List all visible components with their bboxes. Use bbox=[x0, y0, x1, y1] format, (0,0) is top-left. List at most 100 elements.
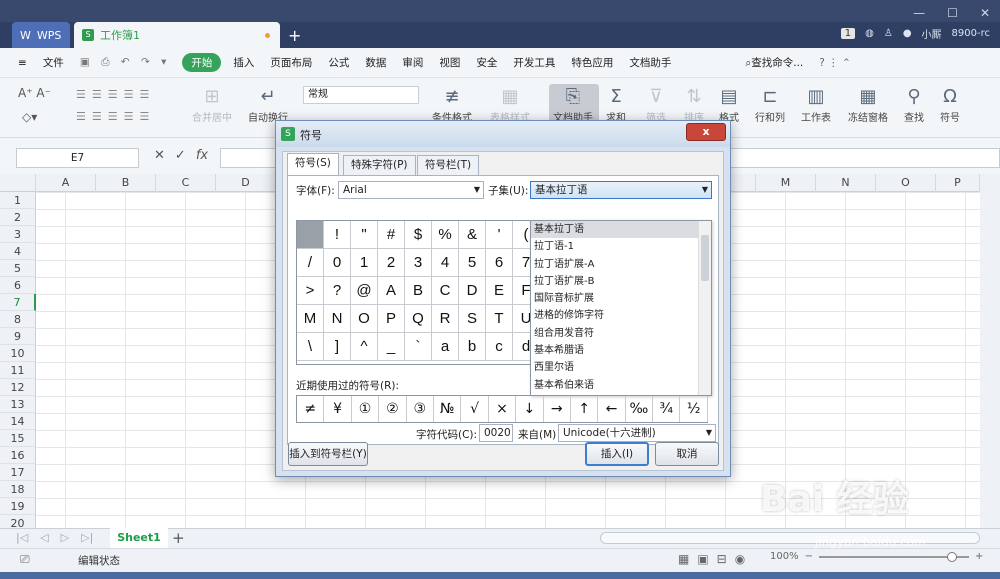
subset-option[interactable]: 拉丁语-1 bbox=[531, 238, 711, 255]
search-command[interactable]: ⌕查找命令... bbox=[737, 55, 811, 70]
col-header[interactable]: M bbox=[756, 174, 816, 192]
col-header[interactable]: D bbox=[216, 174, 276, 192]
symbol-cell[interactable]: c bbox=[486, 333, 513, 361]
recent-symbol[interactable]: → bbox=[544, 396, 571, 422]
vertical-scrollbar[interactable] bbox=[980, 174, 1000, 528]
recent-symbol[interactable]: ‰ bbox=[626, 396, 654, 422]
cancel-button[interactable]: 取消 bbox=[655, 442, 719, 466]
subset-option[interactable]: 基本希伯来语 bbox=[531, 377, 711, 394]
doc-assistant-button[interactable]: ⎘ 文档助手 bbox=[553, 85, 593, 124]
recent-symbol[interactable]: ≠ bbox=[297, 396, 325, 422]
zoom-in-icon[interactable]: + bbox=[975, 551, 983, 562]
symbol-cell[interactable]: & bbox=[459, 221, 486, 249]
row-header[interactable]: 13 bbox=[0, 396, 36, 413]
recent-symbol[interactable]: ← bbox=[598, 396, 626, 422]
skin-icon[interactable]: ◍ bbox=[865, 28, 874, 39]
row-header[interactable]: 5 bbox=[0, 260, 36, 277]
view-mode-icons[interactable]: ▦▣⊟◉ bbox=[678, 552, 753, 566]
tab-special-chars[interactable]: 特殊字符(P) bbox=[343, 155, 416, 175]
zoom-value[interactable]: 100% bbox=[770, 551, 799, 562]
row-header[interactable]: 6 bbox=[0, 277, 36, 294]
recent-symbol[interactable]: ½ bbox=[680, 396, 708, 422]
row-header[interactable]: 9 bbox=[0, 328, 36, 345]
symbol-cell[interactable]: ! bbox=[324, 221, 351, 249]
subset-dropdown-list[interactable]: 基本拉丁语 拉丁语-1 拉丁语扩展-A 拉丁语扩展-B 国际音标扩展 进格的修饰… bbox=[530, 220, 712, 396]
recent-symbol[interactable]: № bbox=[434, 396, 462, 422]
user-name[interactable]: 小厮 bbox=[922, 26, 942, 41]
list-scroll-thumb[interactable] bbox=[701, 235, 709, 281]
symbol-cell[interactable]: C bbox=[432, 277, 459, 305]
row-header[interactable]: 1 bbox=[0, 192, 36, 209]
zoom-slider-knob[interactable] bbox=[946, 551, 957, 562]
freeze-panes-button[interactable]: ▦ 冻结窗格 bbox=[848, 85, 888, 124]
filter-button[interactable]: ⊽ 筛选 bbox=[646, 85, 666, 124]
symbol-cell[interactable]: # bbox=[378, 221, 405, 249]
prev-sheet-icon[interactable]: ◁ bbox=[40, 531, 48, 544]
window-controls[interactable]: — ☐ ✕ bbox=[913, 6, 990, 20]
subset-option[interactable]: 西里尔语 bbox=[531, 359, 711, 376]
table-style-button[interactable]: ▦ 表格样式 bbox=[490, 85, 530, 124]
row-header[interactable]: 12 bbox=[0, 379, 36, 396]
last-sheet-icon[interactable]: ▷| bbox=[81, 531, 93, 544]
row-header[interactable]: 15 bbox=[0, 430, 36, 447]
recent-symbol[interactable]: × bbox=[489, 396, 517, 422]
window-count-badge[interactable]: 1 bbox=[840, 28, 856, 39]
symbol-cell[interactable]: E bbox=[486, 277, 513, 305]
recent-symbol[interactable]: ↓ bbox=[516, 396, 544, 422]
col-header[interactable]: N bbox=[816, 174, 876, 192]
symbol-cell[interactable]: ] bbox=[324, 333, 351, 361]
char-code-input[interactable]: 0020 bbox=[479, 424, 513, 442]
subset-option[interactable]: 基本希腊语 bbox=[531, 342, 711, 359]
insert-button[interactable]: 插入(I) bbox=[585, 442, 649, 466]
symbol-cell[interactable]: > bbox=[297, 277, 324, 305]
confirm-formula-icon[interactable]: ✓ bbox=[175, 148, 186, 163]
menu-data[interactable]: 数据 bbox=[357, 55, 394, 70]
symbol-cell[interactable]: R bbox=[432, 305, 459, 333]
row-header[interactable]: 19 bbox=[0, 498, 36, 515]
col-header[interactable]: O bbox=[876, 174, 936, 192]
tab-wps[interactable]: W WPS bbox=[12, 22, 70, 48]
zoom-control[interactable]: 100% − + bbox=[770, 551, 983, 562]
row-header-active[interactable]: 7 bbox=[0, 294, 36, 311]
symbol-cell[interactable]: P bbox=[378, 305, 405, 333]
symbol-cell[interactable]: S bbox=[459, 305, 486, 333]
quick-access-icons[interactable]: ▣ ⎙ ↶ ↷ ▾ bbox=[72, 56, 179, 69]
symbol-cell[interactable]: _ bbox=[378, 333, 405, 361]
menu-formula[interactable]: 公式 bbox=[320, 55, 357, 70]
symbol-cell[interactable]: A bbox=[378, 277, 405, 305]
first-sheet-icon[interactable]: |◁ bbox=[16, 531, 28, 544]
symbol-cell[interactable]: $ bbox=[405, 221, 432, 249]
recent-symbol[interactable]: ② bbox=[379, 396, 407, 422]
help-icon[interactable]: ? ⋮ ⌃ bbox=[811, 57, 859, 69]
hamburger-icon[interactable]: ≡ bbox=[0, 57, 35, 69]
add-sheet-button[interactable]: + bbox=[172, 528, 185, 548]
row-header[interactable]: 17 bbox=[0, 464, 36, 481]
row-header[interactable]: 4 bbox=[0, 243, 36, 260]
symbol-cell[interactable]: a bbox=[432, 333, 459, 361]
subset-option[interactable]: 拉丁语扩展-A bbox=[531, 256, 711, 273]
recent-symbol[interactable]: ① bbox=[352, 396, 380, 422]
symbol-cell[interactable]: 3 bbox=[405, 249, 432, 277]
sort-button[interactable]: ⇅ 排序 bbox=[684, 85, 704, 124]
format-button[interactable]: ▤ 格式 bbox=[719, 85, 739, 124]
symbol-cell[interactable]: ' bbox=[486, 221, 513, 249]
symbol-cell[interactable]: ` bbox=[405, 333, 432, 361]
symbol-cell[interactable]: " bbox=[351, 221, 378, 249]
symbol-cell[interactable]: ^ bbox=[351, 333, 378, 361]
maximize-icon[interactable]: ☐ bbox=[947, 6, 958, 20]
sum-button[interactable]: Σ 求和 bbox=[606, 85, 626, 124]
symbol-cell[interactable]: 2 bbox=[378, 249, 405, 277]
new-tab-button[interactable]: + bbox=[288, 26, 301, 45]
symbol-cell[interactable]: 6 bbox=[486, 249, 513, 277]
symbol-cell[interactable]: % bbox=[432, 221, 459, 249]
symbol-cell[interactable]: 4 bbox=[432, 249, 459, 277]
menu-insert[interactable]: 插入 bbox=[225, 55, 262, 70]
insert-to-symbol-bar-button[interactable]: 插入到符号栏(Y) bbox=[288, 442, 368, 466]
fx-icon[interactable]: fx bbox=[196, 148, 208, 163]
symbol-button[interactable]: Ω 符号 bbox=[940, 85, 960, 124]
subset-option[interactable]: 组合用发音符 bbox=[531, 325, 711, 342]
cancel-formula-icon[interactable]: ✕ bbox=[154, 148, 165, 163]
zoom-slider[interactable] bbox=[818, 551, 969, 562]
select-all-corner[interactable] bbox=[0, 174, 36, 192]
symbol-cell[interactable]: @ bbox=[351, 277, 378, 305]
